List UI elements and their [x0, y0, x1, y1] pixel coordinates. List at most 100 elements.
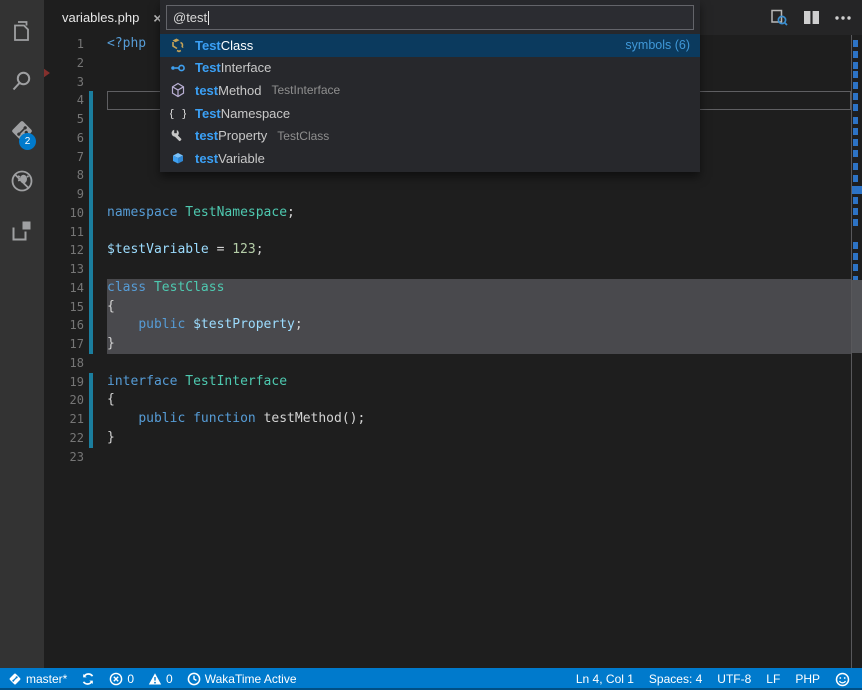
activity-files-icon[interactable] [0, 6, 44, 56]
warning-icon [148, 672, 162, 686]
svg-text:{ }: { } [170, 107, 186, 120]
code-text[interactable] [107, 354, 851, 373]
git-modified-indicator [89, 391, 93, 410]
line-number: 14 [64, 279, 84, 298]
code-text[interactable] [107, 223, 851, 242]
status-ln-4-col-1[interactable]: Ln 4, Col 1 [576, 672, 634, 686]
more-actions-button[interactable] [834, 15, 852, 21]
ruler-mark [853, 175, 858, 182]
code-text[interactable]: { [107, 298, 851, 317]
ruler-mark [853, 242, 858, 249]
text-cursor [208, 11, 209, 25]
line-number: 7 [64, 148, 84, 167]
code-line-21[interactable]: 21 public function testMethod(); [44, 410, 862, 429]
status-0[interactable]: 0 [148, 672, 173, 686]
code-line-17[interactable]: 17} [44, 335, 862, 354]
status-label: PHP [795, 672, 820, 686]
symbol-item-testnamespace[interactable]: { }TestNamespace [160, 102, 700, 125]
status-php[interactable]: PHP [795, 672, 820, 686]
code-text[interactable]: interface TestInterface [107, 373, 851, 392]
code-text[interactable]: } [107, 335, 851, 354]
glyph-margin [44, 260, 64, 279]
activity-extensions-icon[interactable] [0, 206, 44, 256]
activity-search-icon[interactable] [0, 56, 44, 106]
ruler-mark [853, 163, 858, 170]
code-line-11[interactable]: 11 [44, 223, 862, 242]
git-modified-indicator [89, 241, 93, 260]
ruler-mark [852, 186, 862, 194]
symbol-name: TestClass [195, 38, 253, 53]
code-text[interactable] [107, 260, 851, 279]
code-text[interactable] [107, 185, 851, 204]
ruler-mark [853, 93, 858, 100]
method-icon [170, 82, 186, 98]
glyph-margin [44, 373, 64, 392]
code-text[interactable]: } [107, 429, 851, 448]
status-utf-8[interactable]: UTF-8 [717, 672, 751, 686]
status-label: Ln 4, Col 1 [576, 672, 634, 686]
status-master[interactable]: master* [8, 672, 67, 686]
git-modified-indicator [89, 110, 93, 129]
glyph-margin [44, 73, 64, 92]
glyph-margin [44, 35, 64, 54]
split-editor-icon [803, 10, 820, 25]
symbol-item-testmethod[interactable]: testMethodTestInterface [160, 79, 700, 102]
code-line-14[interactable]: 14 class TestClass [44, 279, 862, 298]
glyph-margin [44, 148, 64, 167]
tab-variables-php[interactable]: variables.php × [44, 0, 174, 35]
symbol-item-testclass[interactable]: TestClasssymbols (6) [160, 34, 700, 57]
code-line-13[interactable]: 13 [44, 260, 862, 279]
code-line-15[interactable]: 15{ [44, 298, 862, 317]
glyph-margin [44, 241, 64, 260]
overview-ruler[interactable] [851, 35, 862, 668]
open-preview-button[interactable] [770, 8, 789, 27]
symbol-detail: TestClass [277, 129, 329, 143]
code-text[interactable]: { [107, 391, 851, 410]
status-spaces-4[interactable]: Spaces: 4 [649, 672, 702, 686]
status-label: WakaTime Active [205, 672, 297, 686]
code-line-23[interactable]: 23 [44, 448, 862, 467]
quick-open-input[interactable]: @test [166, 5, 694, 30]
code-line-22[interactable]: 22} [44, 429, 862, 448]
glyph-margin [44, 448, 64, 467]
status-0[interactable]: 0 [109, 672, 134, 686]
status-lf[interactable]: LF [766, 672, 780, 686]
code-line-12[interactable]: 12 $testVariable = 123; [44, 241, 862, 260]
status-sync-icon[interactable] [81, 672, 95, 686]
activity-source-control-icon[interactable]: 2 [0, 106, 44, 156]
ruler-mark [853, 128, 858, 135]
symbol-name: testProperty [195, 128, 267, 143]
git-modified-indicator [89, 223, 93, 242]
code-text[interactable]: class TestClass [107, 279, 851, 298]
code-line-19[interactable]: 19interface TestInterface [44, 373, 862, 392]
code-line-20[interactable]: 20{ [44, 391, 862, 410]
split-editor-button[interactable] [803, 10, 820, 25]
symbol-name: testMethod [195, 83, 262, 98]
status-label: Spaces: 4 [649, 672, 702, 686]
code-text[interactable]: public $testProperty; [107, 316, 851, 335]
glyph-margin [44, 410, 64, 429]
ruler-mark [853, 150, 858, 157]
symbol-item-testvariable[interactable]: testVariable [160, 147, 700, 170]
code-line-9[interactable]: 9 [44, 185, 862, 204]
glyph-margin [44, 110, 64, 129]
symbol-item-testinterface[interactable]: TestInterface [160, 57, 700, 80]
ruler-mark [853, 208, 858, 215]
status-label: master* [26, 672, 67, 686]
code-text[interactable] [107, 448, 851, 467]
code-text[interactable]: namespace TestNamespace; [107, 204, 851, 223]
sync-icon [81, 672, 95, 686]
activity-debug-icon[interactable] [0, 156, 44, 206]
code-text[interactable]: $testVariable = 123; [107, 241, 851, 260]
code-text[interactable]: public function testMethod(); [107, 410, 851, 429]
line-number: 12 [64, 241, 84, 260]
status-smiley-icon[interactable] [835, 672, 850, 687]
status-bar-right: Ln 4, Col 1 Spaces: 4 UTF-8 LF PHP [576, 672, 862, 687]
glyph-margin [44, 391, 64, 410]
code-line-18[interactable]: 18 [44, 354, 862, 373]
status-wakatime-active[interactable]: WakaTime Active [187, 672, 297, 686]
symbol-item-testproperty[interactable]: testProperty TestClass [160, 124, 700, 147]
code-line-16[interactable]: 16 public $testProperty; [44, 316, 862, 335]
quick-open-input-wrap: @test [160, 0, 700, 34]
code-line-10[interactable]: 10namespace TestNamespace; [44, 204, 862, 223]
